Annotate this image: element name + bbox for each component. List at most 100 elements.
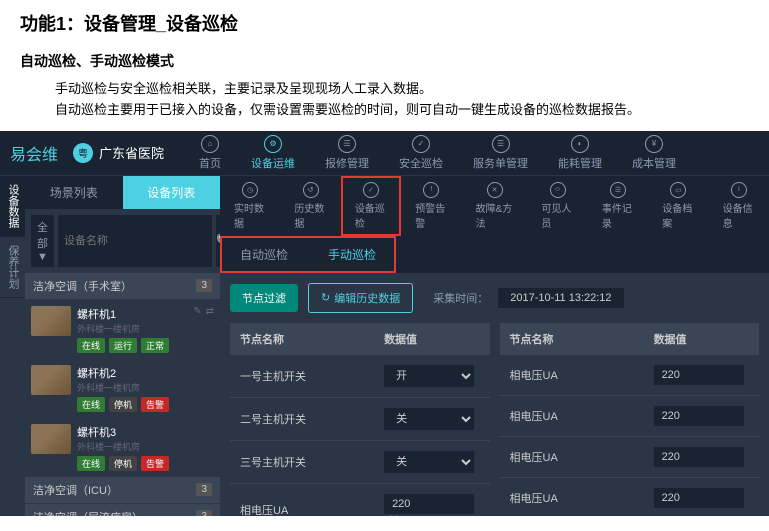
data-table-left: 节点名称 数据值 一号主机开关 开 二号主机开关 关 三号主机开关 关	[230, 323, 490, 516]
info-icon: i	[731, 182, 747, 198]
data-table-right: 节点名称 数据值 相电压UA 相电压UA 相电压UA	[500, 323, 760, 516]
shield-icon: ✓	[412, 135, 430, 153]
nav-home[interactable]: ⌂首页	[184, 131, 236, 176]
col-value: 数据值	[374, 323, 489, 355]
value-input[interactable]	[654, 406, 744, 426]
col-node-name: 节点名称	[230, 323, 374, 355]
hospital-name: 广东省医院	[99, 143, 164, 162]
subnav-alarm[interactable]: !预警告警	[401, 176, 461, 236]
edit-icon[interactable]: ✎	[193, 306, 201, 322]
tab-auto-inspection[interactable]: 自动巡检	[220, 236, 308, 273]
list-icon: ☰	[492, 135, 510, 153]
list-tabs: 场景列表 设备列表	[25, 176, 220, 209]
group-laminar[interactable]: 洁净空调（层流病房）3	[25, 504, 220, 516]
vtab-maintenance[interactable]: 保养计划	[0, 237, 25, 298]
value-select[interactable]: 关	[384, 451, 474, 473]
group-icu[interactable]: 洁净空调（ICU）3	[25, 477, 220, 503]
value-input[interactable]	[384, 494, 474, 514]
device-item-1[interactable]: 螺杆机1 ✎⇄ 外科楼一楼机房 在线 运行 正常	[25, 300, 220, 359]
device-location: 外科楼一楼机房	[77, 440, 214, 453]
dial-icon: ◐	[571, 135, 589, 153]
badge-stopped: 停机	[109, 456, 137, 471]
device-item-3[interactable]: 螺杆机3 外科楼一楼机房 在线 停机 告警	[25, 418, 220, 477]
value-select[interactable]: 开	[384, 365, 474, 387]
time-label: 采集时间：	[433, 290, 488, 306]
badge-online: 在线	[77, 456, 105, 471]
badge-online: 在线	[77, 397, 105, 412]
doc-title: 功能1：设备管理_设备巡检	[20, 10, 749, 36]
doc-icon: ☰	[338, 135, 356, 153]
table-row: 相电压UA	[500, 478, 760, 516]
badge-normal: 正常	[141, 338, 169, 353]
nav-device-ops[interactable]: ⚙设备运维	[236, 131, 310, 176]
device-name: 螺杆机1	[77, 306, 116, 322]
toolbar: 节点过滤 ↻编辑历史数据 采集时间： 2017-10-11 13:22:12	[220, 273, 769, 323]
device-name: 螺杆机2	[77, 365, 214, 381]
main-row: 设备数据 保养计划 场景列表 设备列表 全部 ▼ 🔍 洁净空调（手术室） 3	[0, 176, 769, 516]
subnav-info[interactable]: i设备信息	[709, 176, 769, 236]
device-location: 外科楼一楼机房	[77, 381, 214, 394]
subnav-realtime[interactable]: ◷实时数据	[220, 176, 280, 236]
search-input[interactable]	[58, 215, 212, 267]
left-panel: 场景列表 设备列表 全部 ▼ 🔍 洁净空调（手术室） 3 螺杆机1 ✎ ⇄	[25, 176, 220, 516]
brand-logo: 易会维	[10, 141, 58, 165]
node-filter-button[interactable]: 节点过滤	[230, 284, 298, 312]
subnav-events[interactable]: ☰事件记录	[588, 176, 648, 236]
wrench-icon: ✕	[487, 182, 503, 198]
vtab-device-data[interactable]: 设备数据	[0, 176, 25, 237]
device-image	[31, 306, 71, 336]
history-icon: ↺	[303, 182, 319, 198]
value-select[interactable]: 关	[384, 408, 474, 430]
clock-icon: ◷	[242, 182, 258, 198]
hospital-icon: 粤	[73, 143, 93, 163]
search-row: 全部 ▼ 🔍	[25, 209, 220, 273]
device-image	[31, 365, 71, 395]
device-item-2[interactable]: 螺杆机2 外科楼一楼机房 在线 停机 告警	[25, 359, 220, 418]
folder-icon: ▭	[670, 182, 686, 198]
value-input[interactable]	[654, 488, 744, 508]
table-row: 三号主机开关 关	[230, 441, 490, 484]
badge-alarm: 告警	[141, 397, 169, 412]
gear-icon: ⚙	[264, 135, 282, 153]
filter-select[interactable]: 全部 ▼	[31, 215, 54, 267]
sub-nav: ◷实时数据 ↺历史数据 ✓设备巡检 !预警告警 ✕故障&方法 ☺可见人员 ☰事件…	[220, 176, 769, 236]
subnav-history[interactable]: ↺历史数据	[280, 176, 340, 236]
table-row: 相电压UA	[500, 355, 760, 396]
top-nav: ⌂首页 ⚙设备运维 ☰报修管理 ✓安全巡检 ☰服务单管理 ◐能耗管理 ¥成本管理	[184, 131, 759, 176]
table-row: 一号主机开关 开	[230, 355, 490, 398]
nav-safety[interactable]: ✓安全巡检	[384, 131, 458, 176]
group-surgery[interactable]: 洁净空调（手术室） 3	[25, 273, 220, 299]
hospital-badge[interactable]: 粤 广东省医院	[73, 143, 164, 163]
subnav-people[interactable]: ☺可见人员	[527, 176, 587, 236]
refresh-icon: ↻	[321, 291, 330, 304]
nav-repair[interactable]: ☰报修管理	[310, 131, 384, 176]
log-icon: ☰	[610, 182, 626, 198]
app-window: 易会维 粤 广东省医院 ⌂首页 ⚙设备运维 ☰报修管理 ✓安全巡检 ☰服务单管理…	[0, 131, 769, 516]
nav-service[interactable]: ☰服务单管理	[458, 131, 543, 176]
data-area: 节点名称 数据值 一号主机开关 开 二号主机开关 关 三号主机开关 关	[220, 323, 769, 516]
table-row: 相电压UA V	[230, 484, 490, 516]
col-value: 数据值	[644, 323, 759, 355]
subnav-inspection[interactable]: ✓设备巡检	[341, 176, 401, 236]
badge-online: 在线	[77, 338, 105, 353]
device-name: 螺杆机3	[77, 424, 214, 440]
tab-scene-list[interactable]: 场景列表	[25, 176, 123, 209]
subnav-fault[interactable]: ✕故障&方法	[462, 176, 528, 236]
config-icon[interactable]: ⇄	[206, 306, 214, 322]
tab-device-list[interactable]: 设备列表	[123, 176, 221, 209]
nav-energy[interactable]: ◐能耗管理	[543, 131, 617, 176]
tab-manual-inspection[interactable]: 手动巡检	[308, 236, 396, 273]
topbar: 易会维 粤 广东省医院 ⌂首页 ⚙设备运维 ☰报修管理 ✓安全巡检 ☰服务单管理…	[0, 131, 769, 176]
table-row: 二号主机开关 关	[230, 398, 490, 441]
badge-running: 运行	[109, 338, 137, 353]
bell-icon: !	[423, 182, 439, 198]
nav-cost[interactable]: ¥成本管理	[617, 131, 691, 176]
value-input[interactable]	[654, 447, 744, 467]
subnav-archive[interactable]: ▭设备档案	[648, 176, 708, 236]
doc-subtitle: 自动巡检、手动巡检模式	[20, 51, 749, 71]
edit-history-button[interactable]: ↻编辑历史数据	[308, 283, 413, 313]
doc-text-1: 手动巡检与安全巡检相关联，主要记录及呈现现场人工录入数据。	[55, 79, 749, 100]
collection-time: 2017-10-11 13:22:12	[498, 288, 623, 308]
home-icon: ⌂	[201, 135, 219, 153]
value-input[interactable]	[654, 365, 744, 385]
